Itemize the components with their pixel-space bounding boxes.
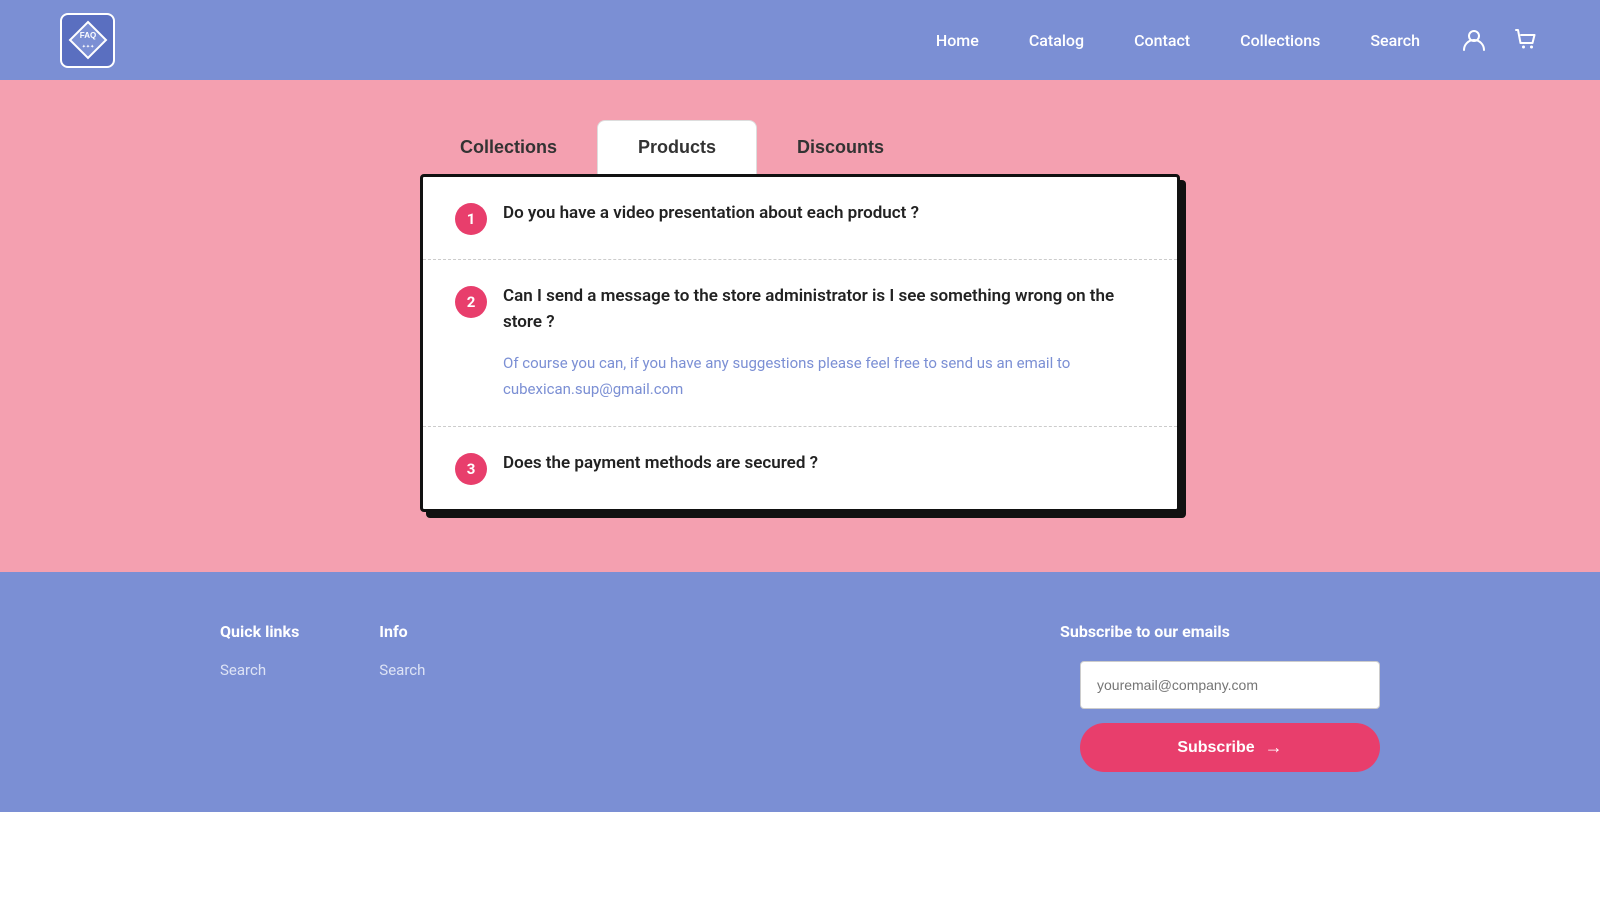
faq-answer-2: Of course you can, if you have any sugge… <box>503 351 1145 402</box>
subscribe-title: Subscribe to our emails <box>1060 622 1230 641</box>
faq-number-2: 2 <box>455 286 487 318</box>
faq-question-2[interactable]: 2 Can I send a message to the store admi… <box>455 284 1145 335</box>
nav-search[interactable]: Search <box>1370 31 1420 50</box>
nav-home[interactable]: Home <box>936 31 979 50</box>
nav-contact[interactable]: Contact <box>1134 31 1190 50</box>
faq-panel: 1 Do you have a video presentation about… <box>420 174 1180 512</box>
faq-question-text-1: Do you have a video presentation about e… <box>503 201 919 227</box>
footer-subscribe: Subscribe to our emails Subscribe → <box>1060 622 1380 772</box>
nav-icons <box>1460 26 1540 54</box>
footer-info: Info Search <box>379 622 425 687</box>
subscribe-label: Subscribe <box>1177 739 1254 757</box>
svg-text:✦✦✦: ✦✦✦ <box>81 44 94 50</box>
subscribe-button[interactable]: Subscribe → <box>1080 723 1380 772</box>
user-icon[interactable] <box>1460 26 1488 54</box>
faq-item-2: 2 Can I send a message to the store admi… <box>423 260 1177 427</box>
arrow-icon: → <box>1265 737 1283 758</box>
faq-tabs: Collections Products Discounts <box>420 120 1180 174</box>
cart-icon[interactable] <box>1512 26 1540 54</box>
tab-collections[interactable]: Collections <box>420 121 597 174</box>
info-search[interactable]: Search <box>379 661 425 679</box>
main-nav: Home Catalog Contact Collections Search <box>936 31 1420 50</box>
faq-question-3[interactable]: 3 Does the payment methods are secured ? <box>455 451 1145 485</box>
footer: Quick links Search Info Search Subscribe… <box>0 572 1600 812</box>
svg-text:FAQ: FAQ <box>79 31 95 40</box>
faq-question-text-3: Does the payment methods are secured ? <box>503 451 818 477</box>
logo-area: FAQ ✦✦✦ <box>60 13 115 68</box>
tab-products[interactable]: Products <box>597 120 757 176</box>
footer-left: Quick links Search Info Search <box>220 622 1060 687</box>
faq-item-1: 1 Do you have a video presentation about… <box>423 177 1177 260</box>
faq-container: Collections Products Discounts 1 Do you … <box>420 120 1180 512</box>
email-input[interactable] <box>1080 661 1380 709</box>
main-content: Collections Products Discounts 1 Do you … <box>0 80 1600 572</box>
faq-question-text-2: Can I send a message to the store admini… <box>503 284 1145 335</box>
header: FAQ ✦✦✦ Home Catalog Contact Collections… <box>0 0 1600 80</box>
faq-number-1: 1 <box>455 203 487 235</box>
nav-collections[interactable]: Collections <box>1240 31 1320 50</box>
logo-icon[interactable]: FAQ ✦✦✦ <box>60 13 115 68</box>
faq-question-1[interactable]: 1 Do you have a video presentation about… <box>455 201 1145 235</box>
nav-catalog[interactable]: Catalog <box>1029 31 1084 50</box>
faq-item-3: 3 Does the payment methods are secured ? <box>423 427 1177 509</box>
footer-quick-links: Quick links Search <box>220 622 299 687</box>
info-title: Info <box>379 622 425 641</box>
quick-links-search[interactable]: Search <box>220 661 299 679</box>
tab-discounts[interactable]: Discounts <box>757 121 924 174</box>
faq-number-3: 3 <box>455 453 487 485</box>
quick-links-title: Quick links <box>220 622 299 641</box>
